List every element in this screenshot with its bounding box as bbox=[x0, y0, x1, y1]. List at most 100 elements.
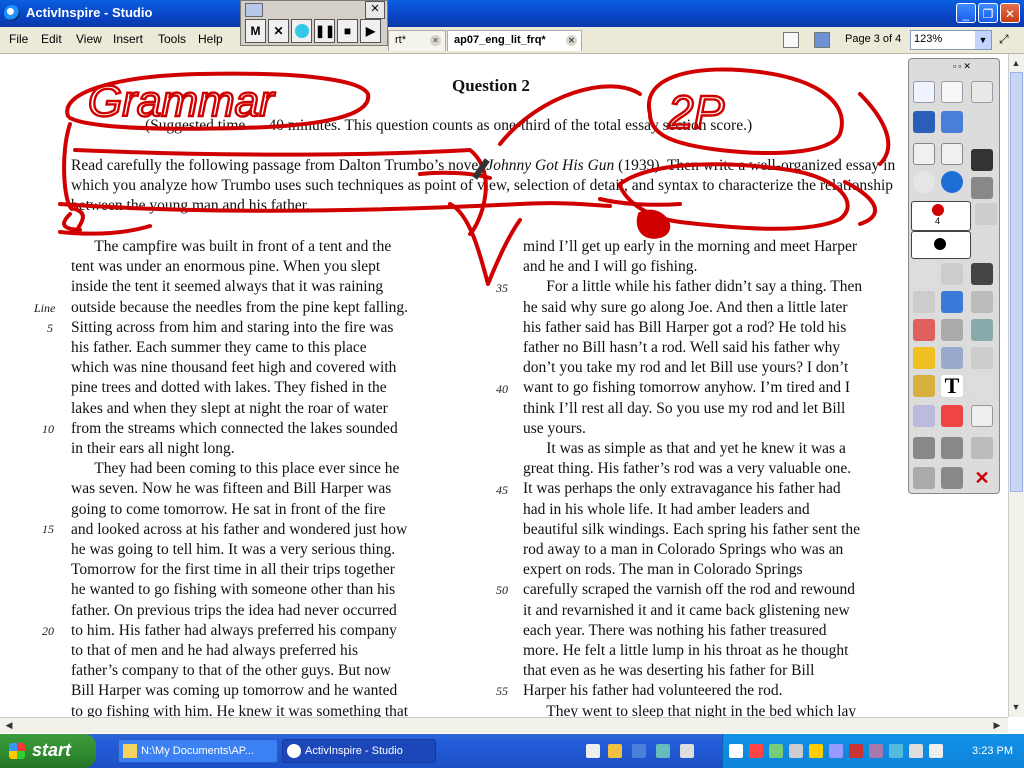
recorder-record-button[interactable] bbox=[291, 19, 312, 43]
marker-icon[interactable] bbox=[941, 467, 963, 489]
zoom-select[interactable]: 123% ▼ bbox=[910, 30, 992, 50]
pen-settings-icon[interactable] bbox=[913, 467, 935, 489]
zoom-icon[interactable] bbox=[971, 437, 993, 459]
scroll-thumb[interactable] bbox=[1010, 72, 1023, 492]
menu-edit[interactable]: Edit bbox=[41, 32, 62, 46]
start-button[interactable]: start bbox=[0, 734, 96, 768]
tab-flipchart-1[interactable]: rt* ✕ bbox=[388, 30, 446, 51]
ink-stroke bbox=[58, 212, 152, 236]
menu-insert[interactable]: Insert bbox=[113, 32, 143, 46]
folder-icon bbox=[123, 744, 137, 758]
desktop-annotate-icon[interactable] bbox=[913, 111, 935, 133]
scroll-up-icon[interactable]: ▲ bbox=[1009, 56, 1023, 70]
ink-blob bbox=[636, 209, 671, 239]
quicklaunch-icon[interactable] bbox=[680, 744, 694, 758]
delete-icon[interactable]: ✕ bbox=[971, 467, 993, 489]
close-tab-icon[interactable]: ✕ bbox=[430, 35, 441, 46]
tray-icon[interactable] bbox=[909, 744, 923, 758]
connector-icon[interactable] bbox=[971, 319, 993, 341]
line-icon[interactable] bbox=[941, 347, 963, 369]
tray-icon[interactable] bbox=[769, 744, 783, 758]
quicklaunch-icon[interactable] bbox=[656, 744, 670, 758]
flipchart-page[interactable]: Question 2 (Suggested time — 40 minutes.… bbox=[0, 54, 1008, 717]
pen-icon[interactable] bbox=[913, 291, 935, 313]
scroll-right-icon[interactable]: ▶ bbox=[990, 718, 1004, 732]
highlighter-icon[interactable] bbox=[975, 203, 997, 225]
menu-tools[interactable]: Tools bbox=[158, 32, 186, 46]
main-menu-icon[interactable] bbox=[913, 81, 935, 103]
fill-color-black bbox=[934, 238, 946, 250]
chevron-down-icon[interactable]: ▼ bbox=[975, 31, 991, 49]
tray-icon[interactable] bbox=[809, 744, 823, 758]
previous-page-icon[interactable] bbox=[913, 143, 935, 165]
recorder-play-button[interactable]: ▶ bbox=[360, 19, 381, 43]
start-label: start bbox=[32, 740, 72, 760]
quicklaunch-icon[interactable] bbox=[586, 744, 600, 758]
pen-color-well[interactable]: 4 bbox=[911, 201, 971, 231]
page-icon[interactable] bbox=[971, 405, 993, 427]
fill-icon[interactable] bbox=[941, 319, 963, 341]
resize-icon[interactable] bbox=[971, 347, 993, 369]
close-tab-icon[interactable]: ✕ bbox=[566, 35, 577, 46]
clear-icon[interactable] bbox=[971, 149, 993, 171]
tray-icon[interactable] bbox=[729, 744, 743, 758]
scroll-down-icon[interactable]: ▼ bbox=[1009, 700, 1023, 714]
menu-file[interactable]: File bbox=[9, 32, 28, 46]
spotlight-icon[interactable] bbox=[971, 263, 993, 285]
tray-icon[interactable] bbox=[869, 744, 883, 758]
recorder-pause-button[interactable]: ❚❚ bbox=[314, 19, 335, 43]
volume-icon[interactable] bbox=[929, 744, 943, 758]
recorder-cancel-button[interactable]: ✕ bbox=[268, 19, 289, 43]
highlighter-tool-icon[interactable] bbox=[941, 291, 963, 313]
shape-icon[interactable] bbox=[913, 347, 935, 369]
task-my-documents[interactable]: N:\My Documents\AP... bbox=[118, 739, 278, 763]
expand-icon[interactable]: ⤢ bbox=[999, 32, 1015, 48]
tray-icon[interactable] bbox=[749, 744, 763, 758]
recorder-stop-button[interactable]: ■ bbox=[337, 19, 358, 43]
web-icon[interactable] bbox=[941, 171, 963, 193]
scroll-left-icon[interactable]: ◀ bbox=[2, 718, 16, 732]
task-activinspire[interactable]: ActivInspire - Studio bbox=[282, 739, 436, 763]
minimize-button[interactable]: _ bbox=[956, 3, 976, 23]
undo-icon[interactable] bbox=[913, 437, 935, 459]
page-notes-icon[interactable] bbox=[783, 32, 799, 48]
page-browser-icon[interactable] bbox=[814, 32, 830, 48]
ink-stroke bbox=[73, 148, 488, 236]
select-arrow-icon[interactable] bbox=[913, 263, 935, 285]
tray-icon[interactable] bbox=[889, 744, 903, 758]
horizontal-scrollbar[interactable]: ◀ ▶ bbox=[0, 717, 1008, 733]
camera-snapshot-icon[interactable] bbox=[971, 177, 993, 199]
next-page-icon[interactable] bbox=[941, 143, 963, 165]
close-button[interactable]: ✕ bbox=[1000, 3, 1020, 23]
reset-icon[interactable] bbox=[913, 171, 935, 193]
tray-icon[interactable] bbox=[849, 744, 863, 758]
tray-icon[interactable] bbox=[829, 744, 843, 758]
interactive-icon[interactable] bbox=[913, 405, 935, 427]
text-tool-icon[interactable]: T bbox=[941, 375, 963, 397]
redo-arrow-icon[interactable] bbox=[941, 437, 963, 459]
quicklaunch-icon[interactable] bbox=[632, 744, 646, 758]
recorder-close-button[interactable]: ✕ bbox=[365, 1, 385, 19]
recorder-mode-button[interactable]: M bbox=[245, 19, 266, 43]
magic-ink-icon[interactable] bbox=[971, 291, 993, 313]
maximize-button[interactable]: ❐ bbox=[978, 3, 998, 23]
tools-icon[interactable] bbox=[941, 263, 963, 285]
vertical-scrollbar[interactable]: ▲ ▼ bbox=[1008, 54, 1024, 717]
desktop-tray-icon[interactable] bbox=[941, 111, 963, 133]
clip-icon[interactable] bbox=[913, 375, 935, 397]
pen-select-icon[interactable] bbox=[971, 81, 993, 103]
tray-icon[interactable] bbox=[789, 744, 803, 758]
redo-icon[interactable] bbox=[941, 405, 963, 427]
task-label: N:\My Documents\AP... bbox=[141, 745, 254, 757]
palette-controls: ▫▫✕ bbox=[953, 61, 973, 71]
clock: 3:23 PM bbox=[972, 745, 1013, 757]
zoom-value: 123% bbox=[914, 33, 943, 45]
tab-flipchart-2[interactable]: ap07_eng_lit_frq* ✕ bbox=[447, 30, 582, 51]
menu-view[interactable]: View bbox=[76, 32, 102, 46]
browsers-icon[interactable] bbox=[941, 81, 963, 103]
eraser-icon[interactable] bbox=[913, 319, 935, 341]
menu-help[interactable]: Help bbox=[198, 32, 223, 46]
handwriting-icon[interactable] bbox=[971, 375, 993, 397]
fill-color-well[interactable] bbox=[911, 231, 971, 259]
quicklaunch-icon[interactable] bbox=[608, 744, 622, 758]
